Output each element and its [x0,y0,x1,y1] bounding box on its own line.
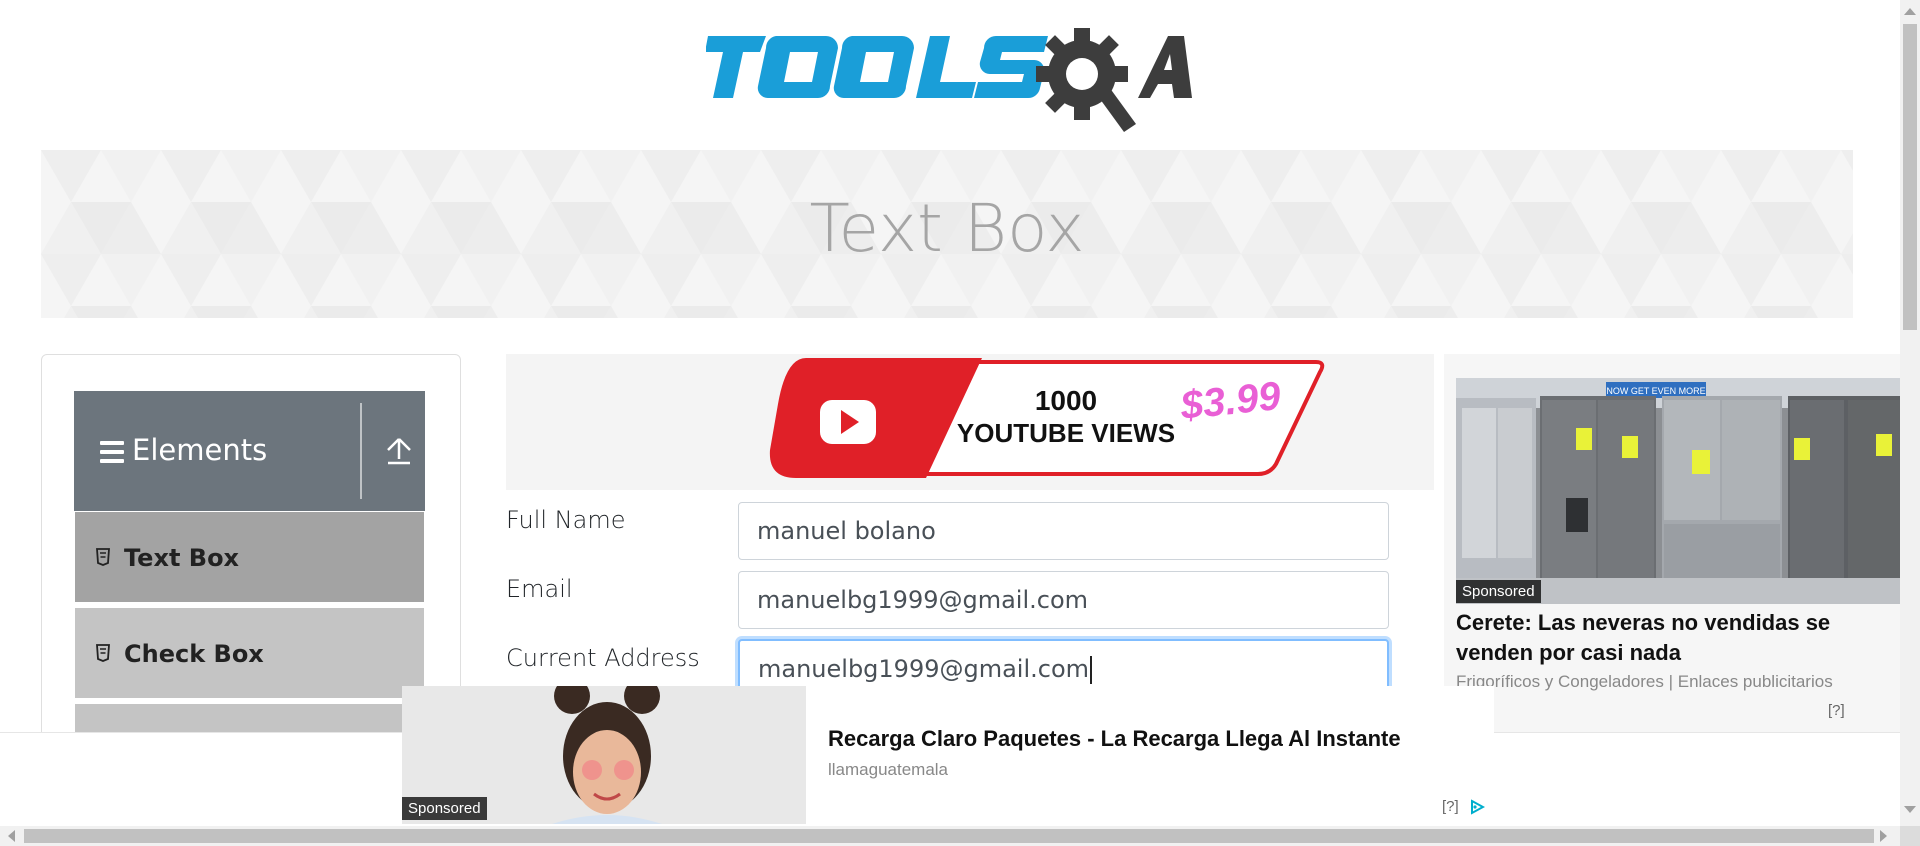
ad-help-link[interactable]: [?] [1442,798,1485,815]
email-label: Email [506,575,573,603]
ad-headline[interactable]: Recarga Claro Paquetes - La Recarga Lleg… [828,726,1401,752]
collapse-arrow-icon[interactable] [384,433,414,467]
refrigerator-ad[interactable]: NOW GET EVEN MORE Sponsored Cerete: Las … [1434,354,1920,732]
menu-icon [100,441,124,463]
youtube-ad-graphic: 1000 YOUTUBE VIEWS $3.99 [506,354,1434,490]
page-banner: Text Box [41,150,1853,318]
sidebar-item-label: Check Box [124,640,264,668]
scroll-left-arrow-icon[interactable] [8,830,15,842]
scroll-right-arrow-icon[interactable] [1880,830,1887,842]
ad-line1: 1000 [1035,385,1097,416]
toolsqa-logo[interactable] [706,22,1192,134]
horizontal-scrollbar[interactable] [0,826,1900,846]
current-address-value: manuelbg1999@gmail.com [758,655,1090,683]
recarga-ad[interactable]: Sponsored Recarga Claro Paquetes - La Re… [402,686,1494,824]
ad-source: Frigoríficos y Congeladores | Enlaces pu… [1456,672,1833,691]
sidebar-item-check-box[interactable]: Check Box [75,608,424,700]
photo-sign-text: NOW GET EVEN MORE [1606,386,1705,396]
ad-headline[interactable]: Cerete: Las neveras no vendidas se vende… [1456,608,1896,668]
full-name-input[interactable]: manuel bolano [738,502,1389,560]
html5-icon [96,644,110,662]
ad-help-link[interactable]: [?] [1828,702,1845,719]
ad-line2: YOUTUBE VIEWS [957,418,1175,448]
divider [360,403,362,499]
email-input[interactable]: manuelbg1999@gmail.com [738,571,1389,629]
adchoices-icon[interactable] [1469,799,1485,815]
sponsored-badge: Sponsored [402,797,487,820]
current-address-label: Current Address [506,644,700,672]
logo-a-letter [1138,36,1192,98]
html5-icon [96,548,110,566]
sidebar-item-label: Text Box [124,544,240,572]
ad-help-text: [?] [1442,798,1459,815]
scroll-down-arrow-icon[interactable] [1904,806,1916,813]
full-name-label: Full Name [506,506,626,534]
sidebar-group-title: Elements [132,433,268,467]
scrollbar-thumb[interactable] [1903,24,1917,330]
sidebar-group-elements[interactable]: Elements [74,391,425,511]
page-title: Text Box [809,190,1085,267]
youtube-views-ad[interactable]: 1000 YOUTUBE VIEWS $3.99 [506,354,1434,490]
ad-source: llamaguatemala [828,760,949,779]
logo-gear-q [1036,28,1136,132]
logo-tools-letters [706,36,1048,99]
sidebar-item-text-box[interactable]: Text Box [75,512,424,604]
scrollbar-corner [1900,826,1920,846]
refrigerators-photo: NOW GET EVEN MORE [1456,378,1904,604]
vertical-scrollbar[interactable] [1900,0,1920,826]
scrollbar-thumb[interactable] [24,829,1874,843]
sponsored-badge: Sponsored [1456,580,1541,603]
text-caret [1090,656,1093,684]
scroll-up-arrow-icon[interactable] [1904,8,1916,15]
